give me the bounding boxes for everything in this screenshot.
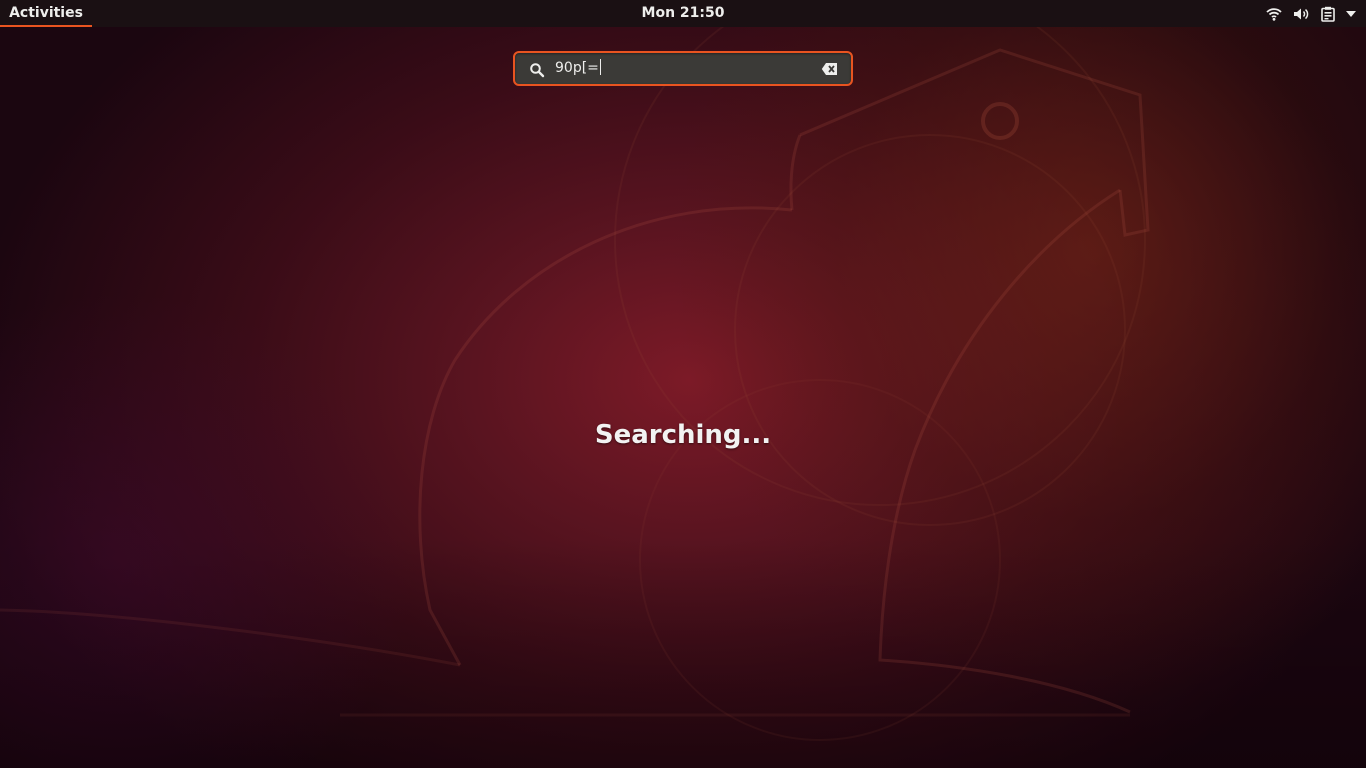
volume-icon <box>1294 8 1309 19</box>
search-field-text: 90p[= <box>555 53 601 84</box>
search-icon <box>530 63 545 78</box>
text-cursor <box>599 59 601 75</box>
search-status-message: Searching... <box>594 420 772 450</box>
clock-label[interactable]: Mon 21:50 <box>642 5 725 21</box>
activities-button[interactable]: Activities <box>0 0 92 27</box>
system-status-menu[interactable] <box>1266 0 1356 27</box>
clipboard-icon <box>1321 6 1335 22</box>
wallpaper <box>0 0 1366 768</box>
clear-search-icon[interactable] <box>821 61 839 77</box>
clock-display: Mon 21:50 <box>0 0 1366 27</box>
search-query: 90p[= <box>555 60 599 76</box>
dropdown-arrow-icon <box>1346 10 1356 17</box>
wallpaper-bird-art <box>0 0 1150 741</box>
top-bar: Activities Mon 21:50 <box>0 0 1366 27</box>
search-input[interactable]: 90p[= <box>513 51 853 86</box>
wifi-icon <box>1266 7 1282 21</box>
